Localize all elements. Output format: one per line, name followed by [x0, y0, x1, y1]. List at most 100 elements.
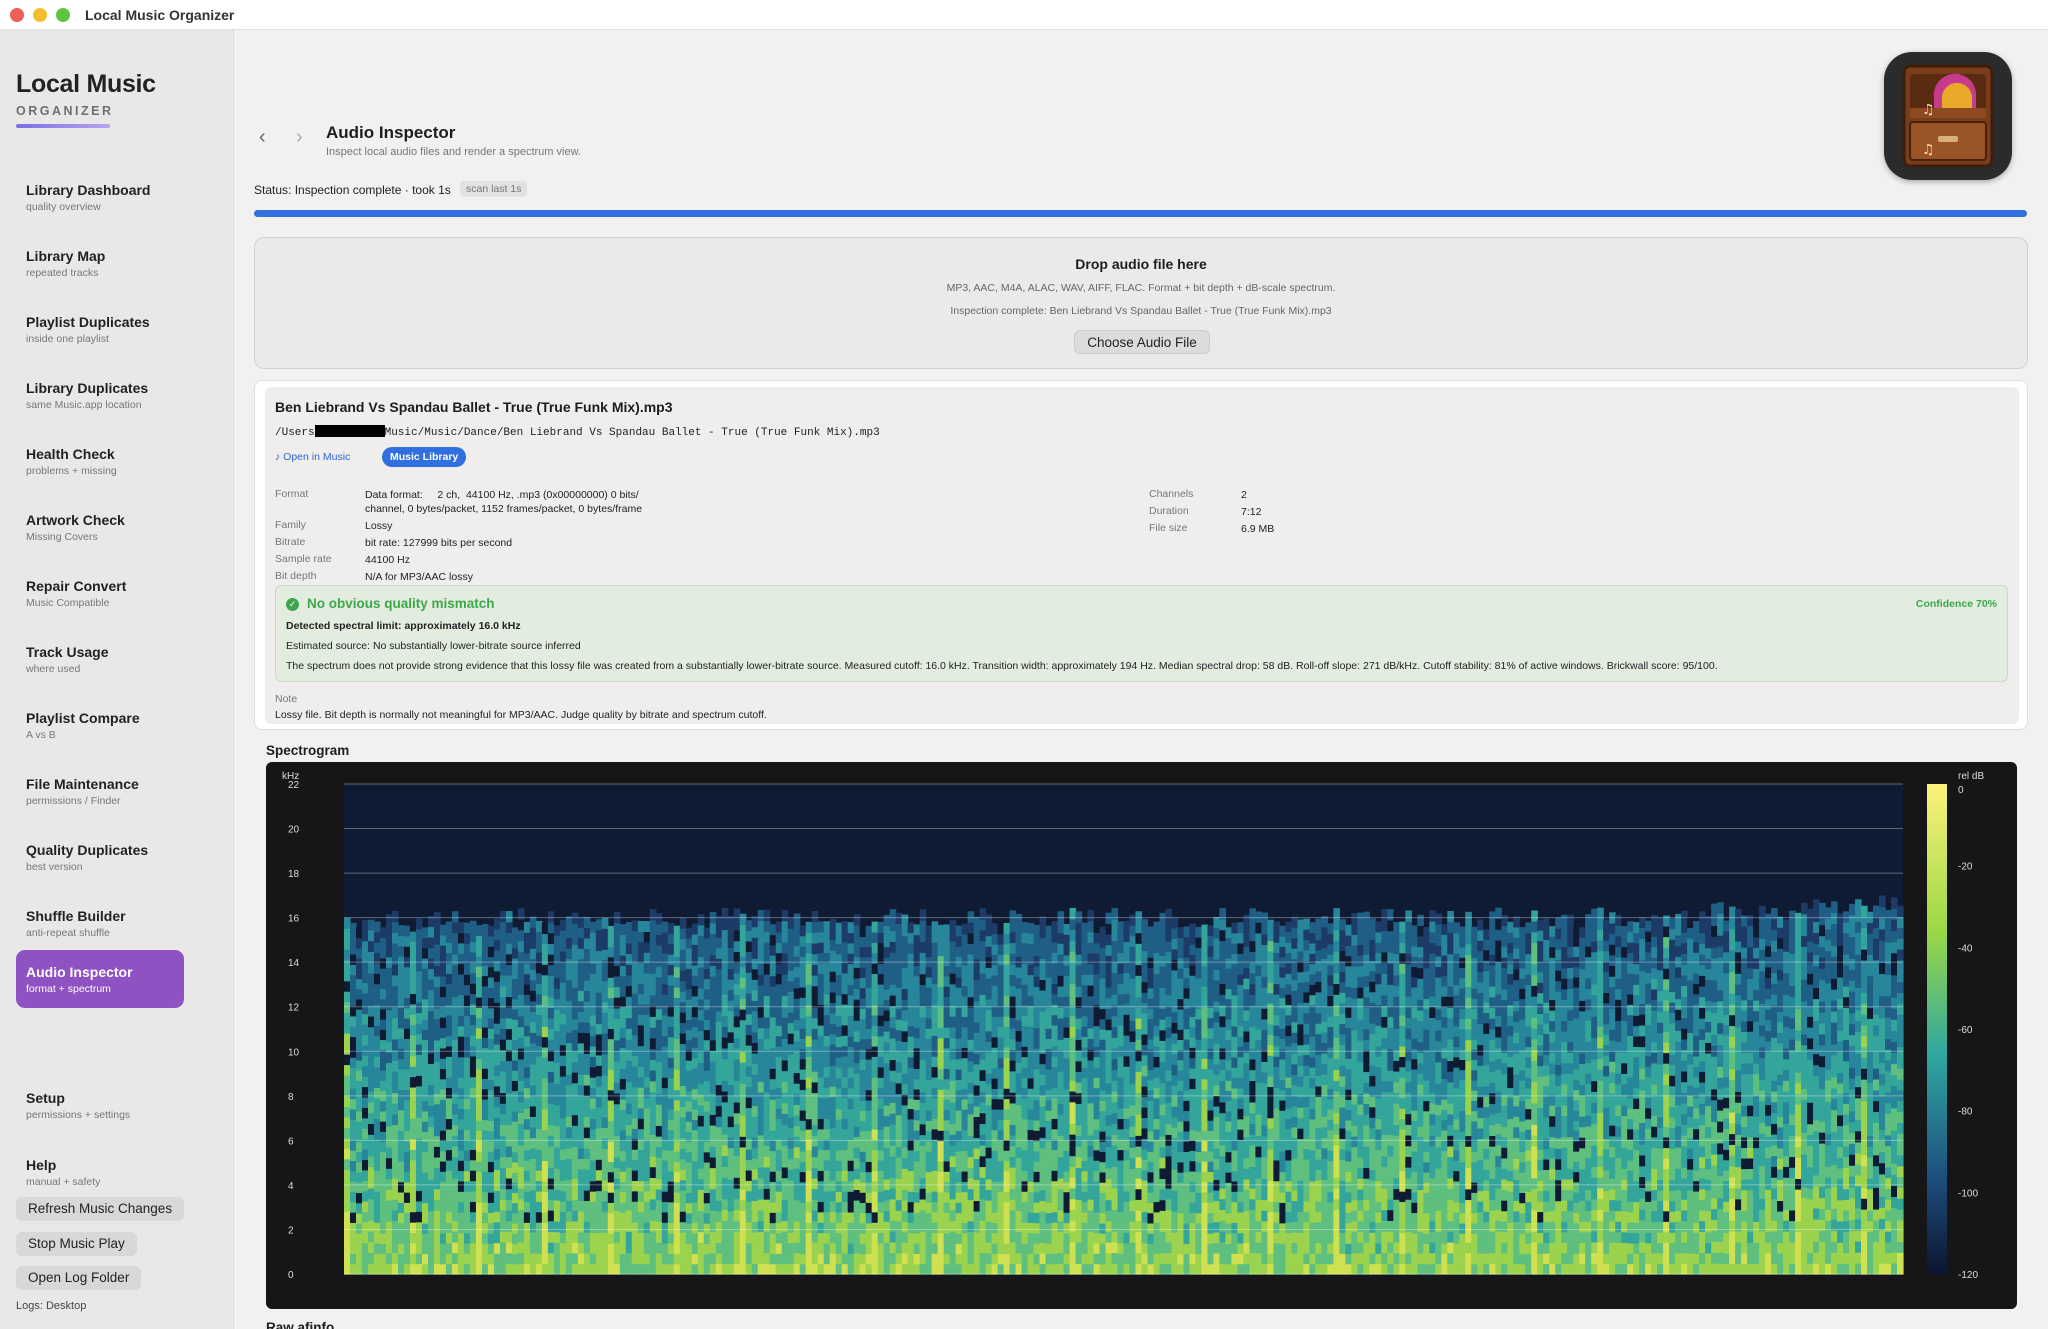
spectrum-cell — [1153, 1232, 1161, 1244]
spectrum-cell — [511, 988, 519, 1000]
sidebar-item-library-dashboard[interactable]: Library Dashboard quality overview — [16, 168, 184, 226]
spectrum-cell — [499, 1177, 507, 1190]
back-chevron-icon[interactable]: ‹ — [259, 126, 266, 149]
spectrum-cell — [643, 1201, 651, 1213]
spectrum-cell — [1171, 1190, 1179, 1202]
sidebar-item-audio-inspector[interactable]: Audio Inspector format + spectrum — [16, 950, 184, 1008]
spectrum-cell — [1033, 1232, 1041, 1244]
open-in-music-link[interactable]: ♪ Open in Music — [275, 451, 350, 463]
spectrum-cell — [1153, 1108, 1161, 1120]
spectrum-cell — [847, 942, 855, 954]
sidebar-item-label: Quality Duplicates — [26, 842, 149, 858]
spectrum-cell — [931, 1263, 939, 1275]
spectrum-cell — [919, 1166, 927, 1179]
spectrum-cell — [607, 1038, 615, 1050]
spectrum-cell — [631, 1024, 639, 1036]
spectrum-cell — [601, 959, 609, 971]
spectrum-cell — [529, 1126, 537, 1138]
spectrum-cell — [889, 1166, 897, 1179]
zoom-window-button[interactable] — [56, 8, 70, 22]
spectrum-cell — [463, 1108, 471, 1120]
spectrum-cell — [1153, 1253, 1161, 1265]
spectrum-cell — [769, 996, 777, 1008]
spectrum-cell — [703, 937, 711, 949]
sidebar-item-repair-convert[interactable]: Repair Convert Music Compatible — [16, 564, 184, 622]
spectrum-cell — [523, 1170, 531, 1182]
spectrum-cell — [361, 1232, 369, 1244]
choose-audio-file-button[interactable]: Choose Audio File — [1074, 330, 1210, 354]
spectrum-cell — [1171, 1022, 1179, 1034]
spectrum-cell — [979, 972, 987, 985]
spectrum-cell — [751, 1137, 759, 1149]
spectrum-cell — [1069, 972, 1077, 984]
spectrum-cell — [799, 1089, 807, 1101]
spectrum-cell — [1063, 1160, 1071, 1172]
spectrum-cell — [505, 953, 513, 966]
spectrum-cell — [631, 1201, 639, 1213]
sidebar-item-quality-duplicates[interactable]: Quality Duplicates best version — [16, 828, 184, 886]
spectrum-cell — [403, 1048, 411, 1060]
spectrum-cell — [379, 998, 387, 1010]
spectrum-cell — [643, 1253, 651, 1265]
spectrum-cell — [871, 1035, 879, 1047]
spectrum-cell — [763, 1156, 771, 1168]
spectrum-cell — [937, 1212, 945, 1224]
spectrum-cell — [535, 1263, 543, 1275]
spectrum-cell — [835, 943, 843, 955]
drop-zone[interactable]: Drop audio file here MP3, AAC, M4A, ALAC… — [254, 237, 2028, 369]
sidebar-item-playlist-duplicates[interactable]: Playlist Duplicates inside one playlist — [16, 300, 184, 358]
spectrum-cell — [667, 954, 675, 965]
spectrum-cell — [427, 1105, 435, 1117]
sidebar-item-playlist-compare[interactable]: Playlist Compare A vs B — [16, 696, 184, 754]
spectrum-cell — [667, 943, 675, 955]
close-window-button[interactable] — [10, 8, 24, 22]
forward-chevron-icon[interactable]: › — [296, 126, 303, 149]
sidebar-item-file-maintenance[interactable]: File Maintenance permissions / Finder — [16, 762, 184, 820]
sidebar-item-track-usage[interactable]: Track Usage where used — [16, 630, 184, 688]
sidebar-item-library-map[interactable]: Library Map repeated tracks — [16, 234, 184, 292]
spectrum-cell — [553, 945, 561, 958]
spectrum-cell — [919, 941, 927, 953]
sidebar-item-shuffle-builder[interactable]: Shuffle Builder anti-repeat shuffle — [16, 894, 184, 952]
refresh-music-changes-button[interactable]: Refresh Music Changes — [16, 1197, 185, 1221]
spectrum-cell — [859, 1048, 867, 1060]
spectrum-cell — [997, 1243, 1005, 1254]
spectrum-cell — [739, 913, 747, 925]
spectrum-cell — [565, 1210, 573, 1223]
spectrum-cell — [613, 1114, 621, 1126]
spectrum-cell — [505, 1263, 513, 1275]
spectrum-cell — [1105, 912, 1113, 924]
minimize-window-button[interactable] — [33, 8, 47, 22]
stop-music-play-button[interactable]: Stop Music Play — [16, 1232, 137, 1256]
spectrum-cell — [439, 1119, 447, 1131]
music-library-badge[interactable]: Music Library — [382, 447, 467, 467]
spectrum-cell — [667, 1243, 675, 1254]
open-log-folder-button[interactable]: Open Log Folder — [16, 1266, 142, 1290]
spectrum-cell — [961, 1150, 969, 1162]
spectrum-cell — [943, 1181, 951, 1193]
spectrum-cell — [463, 1149, 471, 1161]
spectrum-cell — [901, 1009, 909, 1021]
spectrum-cell — [403, 935, 411, 947]
spectrum-cell — [517, 929, 525, 942]
spectrum-cell — [445, 942, 453, 954]
spectrum-cell — [1081, 1170, 1089, 1182]
spectrum-cell — [739, 1136, 747, 1148]
spectrum-cell — [1177, 1182, 1185, 1193]
spectrum-cell — [487, 1263, 495, 1275]
spectrum-cell — [649, 1155, 657, 1168]
spectrum-cell — [1039, 979, 1047, 991]
spectrum-cell — [865, 946, 873, 958]
spectrum-cell — [511, 1029, 519, 1041]
spectrum-cell — [709, 1178, 717, 1190]
sidebar-item-artwork-check[interactable]: Artwork Check Missing Covers — [16, 498, 184, 556]
sidebar-item-library-duplicates[interactable]: Library Duplicates same Music.app locatio… — [16, 366, 184, 424]
spectrum-cell — [1099, 947, 1107, 959]
spectrum-cell — [505, 1252, 513, 1264]
spectrum-cell — [1027, 1232, 1035, 1244]
spectrum-cell — [625, 964, 633, 976]
sidebar-item-help[interactable]: Help manual + safety — [16, 1143, 184, 1201]
sidebar-item-setup[interactable]: Setup permissions + settings — [16, 1076, 184, 1134]
spectrum-cell — [571, 1210, 579, 1222]
sidebar-item-health-check[interactable]: Health Check problems + missing — [16, 432, 184, 490]
